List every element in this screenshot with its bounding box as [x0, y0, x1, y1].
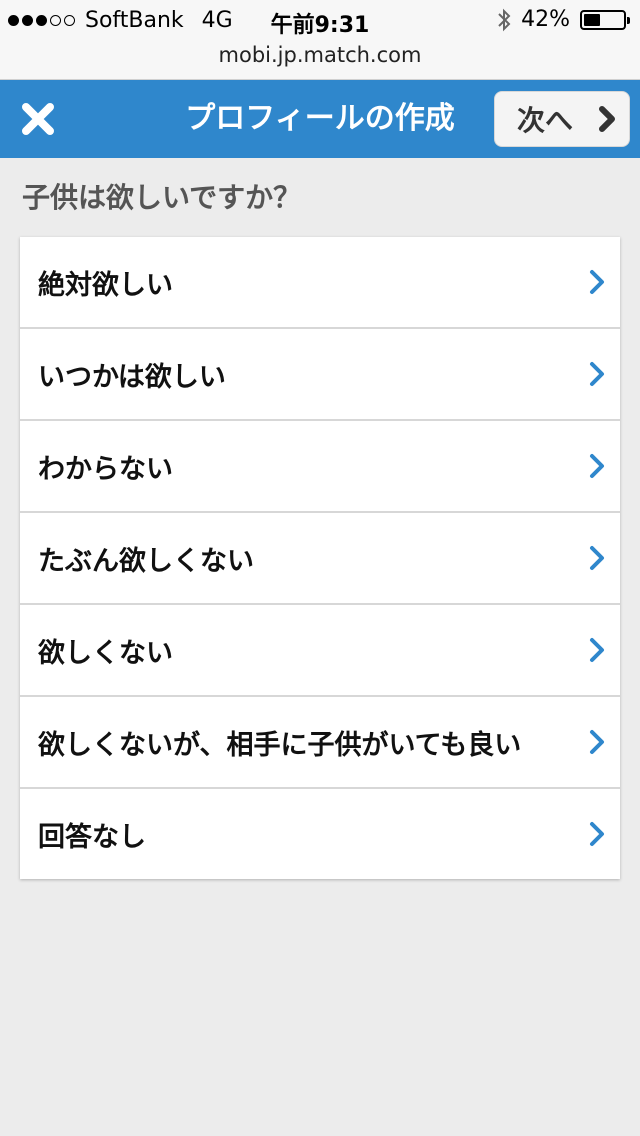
answer-option-label: 欲しくないが、相手に子供がいても良い: [38, 729, 522, 761]
battery-icon: [580, 9, 630, 30]
answer-option-label: わからない: [38, 453, 173, 485]
answer-option[interactable]: 絶対欲しい: [20, 237, 620, 329]
answer-option[interactable]: 欲しくない: [20, 605, 620, 697]
answer-option-label: 回答なし: [38, 821, 146, 853]
close-icon: [22, 103, 54, 135]
battery-level: [584, 13, 600, 26]
answer-option-label: 絶対欲しい: [38, 269, 173, 301]
answer-option-label: たぶん欲しくない: [38, 545, 254, 577]
answer-option[interactable]: 回答なし: [20, 789, 620, 879]
next-button[interactable]: 次へ: [494, 91, 630, 147]
chevron-right-icon: [590, 454, 604, 478]
chevron-right-icon: [590, 362, 604, 386]
battery-percent: 42%: [521, 7, 570, 32]
next-button-label: 次へ: [517, 104, 574, 137]
answer-option-label: 欲しくない: [38, 637, 173, 669]
chevron-right-icon: [590, 822, 604, 846]
status-bar: SoftBank 4G 午前9:31 42%: [0, 0, 640, 40]
address-bar[interactable]: mobi.jp.match.com: [0, 40, 640, 80]
chevron-right-icon: [590, 638, 604, 662]
nav-bar: プロフィールの作成 次へ: [0, 80, 640, 158]
answer-list: 絶対欲しい いつかは欲しい わからない たぶん欲しくない 欲しくない 欲しくない…: [20, 237, 620, 879]
status-right: 42%: [497, 7, 630, 32]
url-text: mobi.jp.match.com: [218, 43, 422, 67]
answer-option[interactable]: いつかは欲しい: [20, 329, 620, 421]
chevron-right-icon: [590, 270, 604, 294]
bluetooth-icon: [498, 8, 511, 31]
chevron-right-icon: [599, 106, 615, 132]
chevron-right-icon: [590, 546, 604, 570]
close-button[interactable]: [20, 101, 56, 137]
answer-option[interactable]: たぶん欲しくない: [20, 513, 620, 605]
answer-option[interactable]: わからない: [20, 421, 620, 513]
answer-option-label: いつかは欲しい: [38, 361, 226, 393]
answer-option[interactable]: 欲しくないが、相手に子供がいても良い: [20, 697, 620, 789]
question-heading: 子供は欲しいですか？: [22, 181, 302, 214]
chevron-right-icon: [590, 730, 604, 754]
